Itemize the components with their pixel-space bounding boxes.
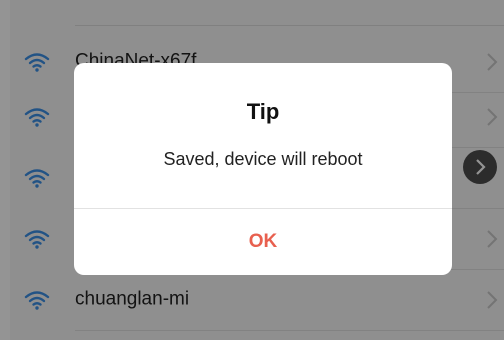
dialog-message: Saved, device will reboot	[163, 149, 363, 169]
ok-button[interactable]: OK	[74, 209, 452, 275]
tip-dialog: Tip Saved, device will reboot OK	[74, 63, 452, 275]
dialog-title: Tip	[246, 99, 280, 124]
